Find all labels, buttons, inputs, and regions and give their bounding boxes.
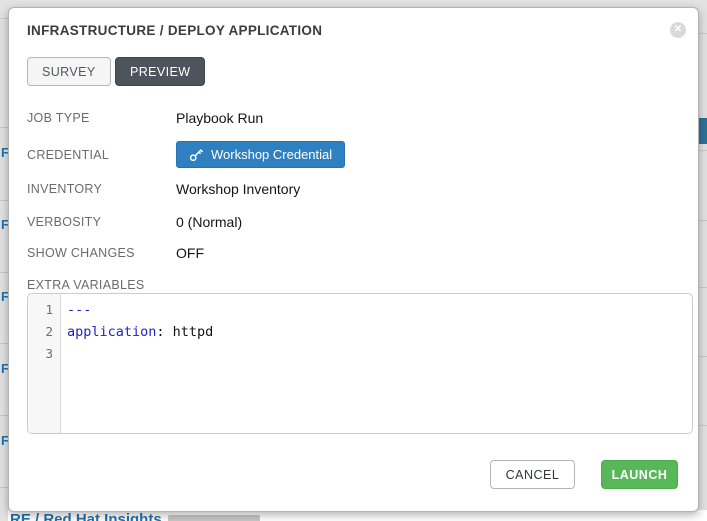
- background-divider: [698, 220, 707, 221]
- yaml-doc-separator: ---: [67, 302, 91, 318]
- code-line: application: httpd: [67, 321, 213, 343]
- job-type-value: Playbook Run: [176, 110, 263, 126]
- tab-survey[interactable]: SURVEY: [27, 57, 111, 86]
- tab-preview[interactable]: PREVIEW: [115, 57, 205, 86]
- background-divider: [698, 287, 707, 288]
- background-divider: [698, 356, 707, 357]
- yaml-key: application: [67, 324, 156, 340]
- background-divider: [0, 127, 8, 128]
- job-type-label: JOB TYPE: [27, 111, 90, 125]
- extra-variables-label: EXTRA VARIABLES: [27, 278, 145, 292]
- verbosity-label: VERBOSITY: [27, 215, 101, 229]
- background-right-strip: [698, 0, 707, 521]
- background-gray-badge: [168, 515, 260, 521]
- background-divider: [0, 487, 8, 488]
- credential-label: CREDENTIAL: [27, 148, 109, 162]
- background-text-fragment: F: [1, 217, 8, 232]
- line-number: 3: [28, 343, 60, 365]
- background-divider: [0, 415, 8, 416]
- background-divider: [698, 150, 707, 151]
- code-line: ---: [67, 299, 213, 321]
- modal-title: INFRASTRUCTURE / DEPLOY APPLICATION: [27, 23, 322, 38]
- background-divider: [0, 18, 8, 19]
- editor-code-area[interactable]: --- application: httpd: [61, 294, 213, 433]
- launch-button[interactable]: LAUNCH: [601, 460, 678, 489]
- close-button[interactable]: ✕: [670, 22, 686, 38]
- verbosity-value: 0 (Normal): [176, 214, 242, 230]
- deploy-application-modal: INFRASTRUCTURE / DEPLOY APPLICATION ✕ SU…: [8, 7, 699, 512]
- close-icon: ✕: [674, 25, 682, 35]
- line-number: 2: [28, 321, 60, 343]
- screen: F F F F F RE / Red Hat Insights INFRASTR…: [0, 0, 707, 521]
- background-text-fragment: F: [1, 433, 8, 448]
- key-icon: [189, 148, 203, 162]
- credential-tag-label: Workshop Credential: [211, 147, 332, 162]
- background-text-fragment: F: [1, 289, 8, 304]
- credential-tag[interactable]: Workshop Credential: [176, 141, 345, 168]
- line-number: 1: [28, 299, 60, 321]
- show-changes-value: OFF: [176, 245, 204, 261]
- editor-line-number-gutter: 1 2 3: [28, 294, 61, 433]
- extra-variables-editor[interactable]: 1 2 3 --- application: httpd: [27, 293, 693, 434]
- background-divider: [698, 425, 707, 426]
- background-divider: [0, 200, 8, 201]
- inventory-label: INVENTORY: [27, 182, 102, 196]
- background-text-fragment: F: [1, 361, 8, 376]
- background-divider: [698, 33, 707, 34]
- background-left-strip: F F F F F: [0, 0, 8, 521]
- show-changes-label: SHOW CHANGES: [27, 246, 135, 260]
- inventory-value: Workshop Inventory: [176, 181, 300, 197]
- background-divider: [0, 343, 8, 344]
- background-divider: [0, 272, 8, 273]
- background-text-fragment: F: [1, 145, 8, 160]
- yaml-value: : httpd: [156, 324, 213, 340]
- background-clipped-heading: RE / Red Hat Insights: [10, 511, 162, 521]
- background-blue-button-sliver: [698, 118, 707, 144]
- cancel-button[interactable]: CANCEL: [490, 460, 575, 489]
